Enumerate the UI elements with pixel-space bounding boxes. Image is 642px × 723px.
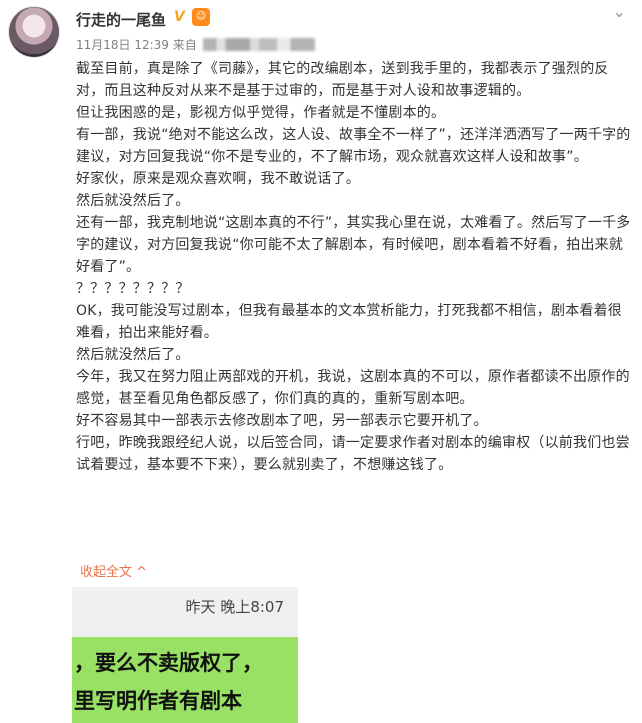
post-paragraph: 有一部，我说“绝对不能这么改，这人设、故事全不一样了”，还洋洋洒洒写了一两千字的… [76,127,631,165]
blurred-source [202,38,315,51]
post-meta: 11月18日 12:39 来自 [76,36,315,53]
post-source-prefix: 来自 [172,38,197,52]
avatar[interactable] [8,6,60,58]
post-paragraph: 然后就没然后了。 [76,347,190,363]
chat-timestamp: 昨天 晚上8:07 [185,598,284,616]
collapse-full-text-link[interactable]: 收起全文 ^ [80,561,147,580]
post-paragraph: 好不容易其中一部表示去修改剧本了吧，另一部表示它要开机了。 [76,413,488,429]
verified-badge-icon: V [174,9,185,25]
post-paragraph: 今年，我又在努力阻止两部戏的开机，我说，这剧本真的不可以，原作者都读不出原作的感… [76,369,630,407]
member-badge-icon[interactable]: ☺ [192,8,210,26]
post-paragraph: 但让我困惑的是，影视方似乎觉得，作者就是不懂剧本的。 [76,105,446,121]
post-paragraph: OK，我可能没写过剧本，但我有最基本的文本赏析能力，打死我都不相信，剧本看着很难… [76,303,622,341]
post-paragraph: 截至目前，真是除了《司藤》，其它的改编剧本，送到我手里的，我都表示了强烈的反对，… [76,61,609,99]
chat-bubble: ，要么不卖版权了， 里写明作者有剧本 [72,637,298,723]
post-paragraph: 然后就没然后了。 [76,193,190,209]
post-paragraph: 行吧，昨晚我跟经纪人说，以后签合同，请一定要求作者对剧本的编审权（以前我们也尝试… [76,435,630,473]
post-image-thumbnail[interactable]: 昨天 晚上8:07 ，要么不卖版权了， 里写明作者有剧本 [72,587,298,723]
post-paragraph: ？？？？？？？？ [76,281,190,297]
more-icon[interactable]: ⌄ [613,2,626,21]
post-paragraph: 还有一部，我克制地说“这剧本真的不行”，其实我心里在说，太难看了。然后写了一千多… [76,215,631,275]
chat-line: 里写明作者有剧本 [74,689,242,713]
chat-line: ，要么不卖版权了， [74,651,263,675]
post-paragraph: 好家伙，原来是观众喜欢啊，我不敢说话了。 [76,171,360,187]
username[interactable]: 行走的一尾鱼 [76,9,166,30]
post-date[interactable]: 11月18日 12:39 [76,38,169,52]
post-body: 截至目前，真是除了《司藤》，其它的改编剧本，送到我手里的，我都表示了强烈的反对，… [76,58,632,476]
